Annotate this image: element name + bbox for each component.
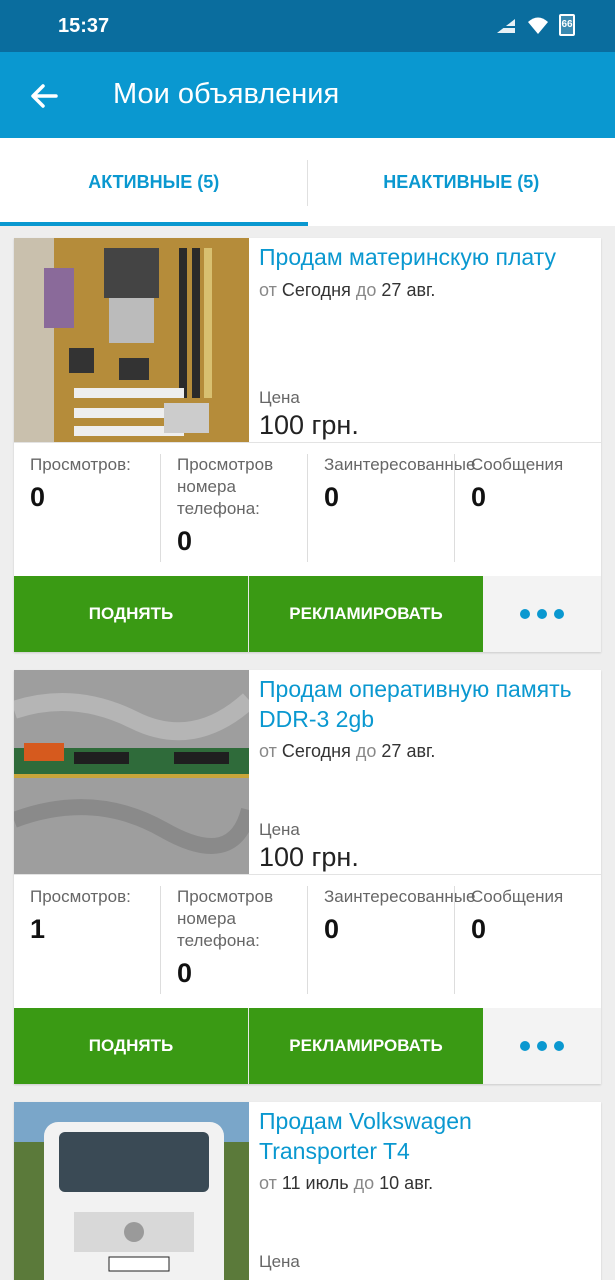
date-to: 27 авг. <box>381 280 436 300</box>
stat-label: Просмотров номера телефона: <box>177 887 274 950</box>
listing-dates: от 11 июль до 10 авг. <box>259 1173 433 1194</box>
more-dots-icon <box>520 1041 530 1051</box>
date-from-label: от <box>259 280 277 300</box>
more-dots-icon <box>554 609 564 619</box>
motherboard-photo <box>14 238 249 442</box>
listing-price: 100 грн. <box>259 842 359 872</box>
stat-phone-views: Просмотров номера телефона: 0 <box>161 886 308 989</box>
stat-value: 0 <box>471 482 487 512</box>
stat-phone-views: Просмотров номера телефона: 0 <box>161 454 308 557</box>
divider <box>14 874 601 875</box>
date-to-label: до <box>355 741 377 761</box>
listing-dates: от Сегодня до 27 авг. <box>259 741 435 762</box>
more-options-button[interactable] <box>483 576 601 652</box>
advertise-button[interactable]: РЕКЛАМИРОВАТЬ <box>249 1008 483 1084</box>
listing-title[interactable]: Продам Volkswagen Transporter T4 <box>259 1106 594 1166</box>
wifi-icon <box>528 17 548 34</box>
date-to: 10 авг. <box>379 1173 434 1193</box>
listing-actions: ПОДНЯТЬ РЕКЛАМИРОВАТЬ <box>14 1008 601 1084</box>
date-from: 11 июль <box>281 1173 349 1193</box>
listing-image-ram[interactable] <box>14 670 249 874</box>
price-label: Цена <box>259 820 300 839</box>
stat-label: Просмотров: <box>30 455 131 474</box>
date-to: 27 авг. <box>381 741 436 761</box>
van-photo <box>14 1102 249 1280</box>
signal-icon <box>497 19 515 33</box>
stat-value: 0 <box>177 526 193 556</box>
tab-active[interactable]: АКТИВНЫЕ (5) <box>0 138 308 226</box>
back-arrow-icon[interactable] <box>26 78 62 114</box>
stat-label: Заинтересованные <box>324 455 476 474</box>
price-label: Цена <box>259 388 300 407</box>
advertise-button[interactable]: РЕКЛАМИРОВАТЬ <box>249 576 483 652</box>
stat-messages: Сообщения 0 <box>455 886 602 945</box>
listing-card[interactable]: Продам оперативную память DDR-3 2gb от С… <box>14 670 601 1084</box>
listing-actions: ПОДНЯТЬ РЕКЛАМИРОВАТЬ <box>14 576 601 652</box>
listing-card[interactable]: Продам материнскую плату от Сегодня до 2… <box>14 238 601 652</box>
more-dots-icon <box>537 609 547 619</box>
stat-value: 0 <box>324 914 340 944</box>
stat-views: Просмотров: 0 <box>14 454 161 513</box>
more-dots-icon <box>554 1041 564 1051</box>
ram-module-photo <box>14 670 249 874</box>
divider <box>14 442 601 443</box>
stat-label: Просмотров: <box>30 887 131 906</box>
stat-label: Сообщения <box>471 887 564 906</box>
stat-label: Заинтересованные <box>324 887 476 906</box>
listing-price: 100 грн. <box>259 410 359 440</box>
stat-value: 0 <box>324 482 340 512</box>
more-dots-icon <box>520 609 530 619</box>
stat-interested: Заинтересованные 0 <box>308 886 476 945</box>
listing-dates: от Сегодня до 27 авг. <box>259 280 435 301</box>
stat-label: Сообщения <box>471 455 564 474</box>
date-from-label: от <box>259 741 277 761</box>
more-options-button[interactable] <box>483 1008 601 1084</box>
stat-value: 0 <box>177 958 193 988</box>
stat-views: Просмотров: 1 <box>14 886 161 945</box>
stat-value: 0 <box>471 914 487 944</box>
raise-button[interactable]: ПОДНЯТЬ <box>14 576 248 652</box>
stat-messages: Сообщения 0 <box>455 454 602 513</box>
listing-title[interactable]: Продам материнскую плату <box>259 242 594 272</box>
date-from-label: от <box>259 1173 277 1193</box>
date-from: Сегодня <box>281 280 351 300</box>
more-dots-icon <box>537 1041 547 1051</box>
listing-image-van[interactable] <box>14 1102 249 1280</box>
status-icons: 66 <box>495 14 575 36</box>
price-label: Цена <box>259 1252 300 1271</box>
listing-title[interactable]: Продам оперативную память DDR-3 2gb <box>259 674 594 734</box>
page-title: Мои объявления <box>113 78 340 110</box>
app-bar: Мои объявления <box>0 52 615 138</box>
stat-interested: Заинтересованные 0 <box>308 454 476 513</box>
date-to-label: до <box>353 1173 375 1193</box>
listing-stats: Просмотров: 1 Просмотров номера телефона… <box>14 886 601 996</box>
battery-icon: 66 <box>559 14 575 36</box>
listing-stats: Просмотров: 0 Просмотров номера телефона… <box>14 454 601 564</box>
status-bar: 15:37 66 <box>0 0 615 52</box>
listing-image-motherboard[interactable] <box>14 238 249 442</box>
date-from: Сегодня <box>281 741 351 761</box>
raise-button[interactable]: ПОДНЯТЬ <box>14 1008 248 1084</box>
tab-divider <box>307 160 308 206</box>
stat-value: 1 <box>30 914 46 944</box>
stat-label: Просмотров номера телефона: <box>177 455 274 518</box>
listing-card[interactable]: Продам Volkswagen Transporter T4 от 11 и… <box>14 1102 601 1280</box>
tab-inactive[interactable]: НЕАКТИВНЫЕ (5) <box>308 138 615 226</box>
date-to-label: до <box>355 280 377 300</box>
stat-value: 0 <box>30 482 46 512</box>
status-time: 15:37 <box>58 15 110 37</box>
